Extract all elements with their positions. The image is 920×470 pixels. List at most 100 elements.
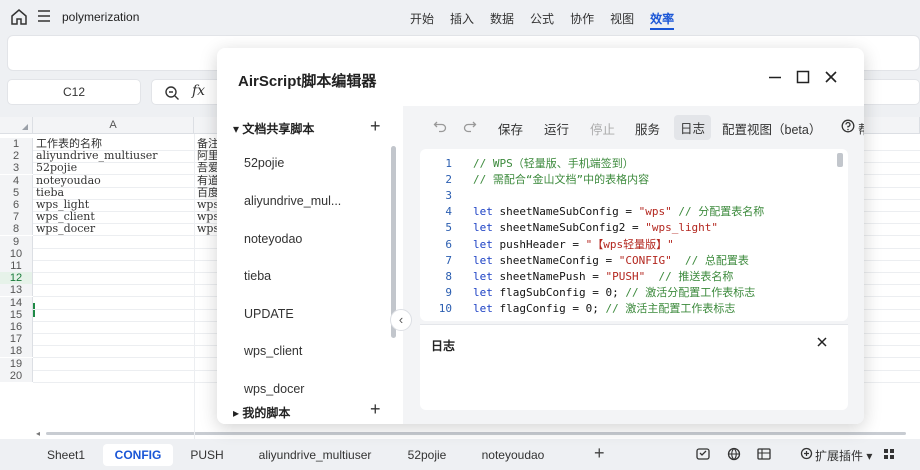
- zoom-icon[interactable]: [164, 85, 180, 101]
- row-header[interactable]: 12: [0, 272, 33, 284]
- cell-reference-box[interactable]: C12: [7, 79, 141, 105]
- code-line[interactable]: 5 let sheetNameSubConfig2 = "wps_light": [420, 220, 830, 236]
- log-button[interactable]: 日志: [674, 115, 712, 140]
- redo-icon[interactable]: [463, 119, 477, 133]
- tab-collaborate[interactable]: 协作: [570, 0, 594, 34]
- tab-formula[interactable]: 公式: [530, 0, 554, 34]
- row-header[interactable]: 19: [0, 358, 33, 370]
- code-line[interactable]: 7 let sheetNameConfig = "CONFIG" // 总配置表: [420, 253, 830, 269]
- code-line[interactable]: 1 // WPS（轻量版、手机端签到）: [420, 156, 830, 172]
- code-line[interactable]: 4 let sheetNameSubConfig = "wps" // 分配置表名…: [420, 204, 830, 220]
- scroll-left-arrow-icon[interactable]: ◂: [36, 429, 40, 438]
- script-item-noteyodao[interactable]: noteyodao: [244, 232, 302, 246]
- sheet-tab-aliyundrive[interactable]: aliyundrive_multiuser: [249, 444, 381, 466]
- scrollbar-thumb[interactable]: [46, 432, 906, 435]
- code-editor[interactable]: 1 // WPS（轻量版、手机端签到） 2 // 需配合“金山文档”中的表格内容 3 4 l…: [420, 149, 848, 321]
- sheet-tab-config[interactable]: CONFIG: [103, 444, 173, 466]
- cell-b[interactable]: wps: [195, 199, 217, 211]
- row-header[interactable]: 3: [0, 162, 33, 174]
- column-header-a[interactable]: A: [33, 117, 194, 134]
- cell-a[interactable]: 工作表的名称: [34, 138, 192, 150]
- extension-icon[interactable]: [800, 447, 813, 460]
- code-line[interactable]: 10 let flagConfig = 0; // 激活主配置工作表标志: [420, 301, 830, 317]
- script-item-wps-docer[interactable]: wps_docer: [244, 382, 304, 396]
- row-header[interactable]: 9: [0, 236, 33, 248]
- cell-a[interactable]: aliyundrive_multiuser: [34, 150, 192, 162]
- script-item-52pojie[interactable]: 52pojie: [244, 156, 284, 170]
- save-button[interactable]: 保存: [498, 119, 523, 138]
- row-header[interactable]: 18: [0, 345, 33, 357]
- close-log-icon[interactable]: [816, 336, 828, 348]
- undo-icon[interactable]: [433, 119, 447, 133]
- cell-a[interactable]: wps_client: [34, 211, 192, 223]
- horizontal-scrollbar[interactable]: ◂: [36, 429, 920, 438]
- script-item-tieba[interactable]: tieba: [244, 269, 271, 283]
- shared-scripts-header[interactable]: ▾ 文档共享脚本: [233, 120, 314, 137]
- tab-start[interactable]: 开始: [410, 0, 434, 34]
- run-button[interactable]: 运行: [544, 119, 569, 138]
- row-header[interactable]: 20: [0, 370, 33, 382]
- sheet-tab-sheet1[interactable]: Sheet1: [38, 444, 94, 466]
- row-header[interactable]: 14: [0, 297, 33, 309]
- sheet-view-icon[interactable]: [696, 447, 710, 461]
- globe-icon[interactable]: [727, 447, 741, 461]
- row-header[interactable]: 10: [0, 248, 33, 260]
- row-header[interactable]: 17: [0, 333, 33, 345]
- collapse-sidebar-icon[interactable]: ‹: [390, 309, 412, 331]
- tab-data[interactable]: 数据: [490, 0, 514, 34]
- cell-b[interactable]: 吾爱: [195, 162, 217, 174]
- tab-insert[interactable]: 插入: [450, 0, 474, 34]
- row-header[interactable]: 1: [0, 138, 33, 150]
- add-shared-script-icon[interactable]: +: [370, 116, 381, 137]
- help-label[interactable]: 帮: [858, 119, 864, 138]
- editor-scrollbar[interactable]: [837, 153, 843, 167]
- maximize-icon[interactable]: [795, 69, 811, 85]
- extensions-button[interactable]: 扩展插件 ▾: [815, 447, 872, 464]
- config-view-button[interactable]: 配置视图（beta）: [722, 119, 821, 138]
- cell-a[interactable]: wps_light: [34, 199, 192, 211]
- grid-view-icon[interactable]: [882, 447, 896, 461]
- sheet-tab-noteyoudao[interactable]: noteyoudao: [472, 444, 554, 466]
- row-header[interactable]: 2: [0, 150, 33, 162]
- row-header[interactable]: 16: [0, 321, 33, 333]
- code-line[interactable]: 6 let pushHeader = "【wps轻量版】": [420, 237, 830, 253]
- add-sheet-icon[interactable]: +: [594, 443, 605, 464]
- add-my-script-icon[interactable]: +: [370, 399, 381, 420]
- row-header[interactable]: 15: [0, 309, 33, 321]
- cell-a[interactable]: wps_docer: [34, 223, 192, 235]
- code-line[interactable]: 8 let sheetNamePush = "PUSH" // 推送表名称: [420, 269, 830, 285]
- row-header[interactable]: 13: [0, 284, 33, 296]
- row-header[interactable]: 4: [0, 175, 33, 187]
- code-line[interactable]: 2 // 需配合“金山文档”中的表格内容: [420, 172, 830, 188]
- script-item-wps-client[interactable]: wps_client: [244, 344, 302, 358]
- code-line[interactable]: 9 let flagSubConfig = 0; // 激活分配置工作表标志: [420, 285, 830, 301]
- service-button[interactable]: 服务: [635, 119, 660, 138]
- my-scripts-header[interactable]: ▸ 我的脚本: [233, 404, 290, 421]
- help-icon[interactable]: [841, 119, 855, 133]
- cell-b[interactable]: 百度: [195, 187, 217, 199]
- script-item-aliyundrive[interactable]: aliyundrive_mul...: [244, 194, 341, 208]
- row-header[interactable]: 11: [0, 260, 33, 272]
- table-icon[interactable]: [757, 447, 771, 461]
- cell-b[interactable]: 备注: [195, 138, 217, 150]
- cell-a[interactable]: 52pojie: [34, 162, 192, 174]
- row-header[interactable]: 6: [0, 199, 33, 211]
- row-header[interactable]: 5: [0, 187, 33, 199]
- sheet-tab-push[interactable]: PUSH: [182, 444, 232, 466]
- home-icon[interactable]: [10, 8, 28, 26]
- script-item-update[interactable]: UPDATE: [244, 307, 294, 321]
- close-icon[interactable]: [823, 69, 839, 85]
- cell-b[interactable]: 有道: [195, 175, 217, 187]
- cell-b[interactable]: wps: [195, 211, 217, 223]
- select-all-corner[interactable]: [0, 117, 33, 134]
- row-header[interactable]: 8: [0, 223, 33, 235]
- stop-button[interactable]: 停止: [590, 119, 615, 138]
- minimize-icon[interactable]: [767, 69, 783, 85]
- cell-a[interactable]: tieba: [34, 187, 192, 199]
- tab-efficiency[interactable]: 效率: [650, 0, 675, 30]
- hamburger-menu-icon[interactable]: [37, 9, 51, 23]
- code-line[interactable]: 3: [420, 188, 830, 204]
- tab-view[interactable]: 视图: [610, 0, 634, 34]
- sheet-tab-52pojie[interactable]: 52pojie: [397, 444, 457, 466]
- cell-b[interactable]: 阿里: [195, 150, 217, 162]
